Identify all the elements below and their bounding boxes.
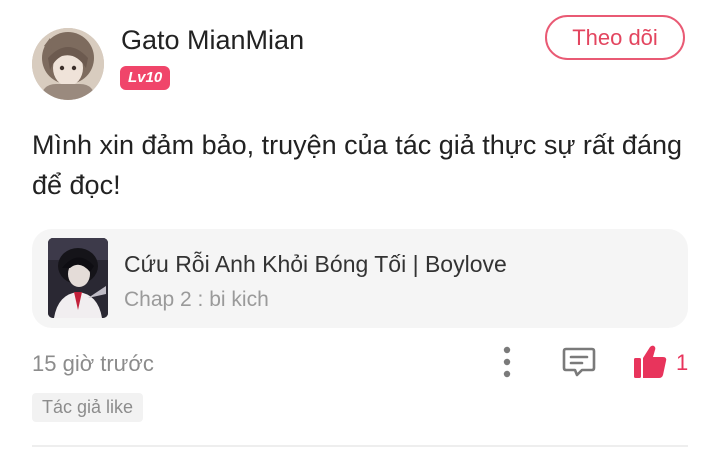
comment-card: Gato MianMian Lv10 Theo dõi Mình xin đảm… — [0, 0, 720, 449]
username[interactable]: Gato MianMian — [121, 24, 304, 56]
reply-button[interactable] — [561, 344, 597, 380]
like-count: 1 — [676, 350, 689, 375]
like-button[interactable]: 1 — [632, 342, 692, 382]
avatar-image — [32, 28, 104, 100]
comment-text: Mình xin đảm bảo, truyện của tác giả thự… — [32, 130, 682, 200]
story-card[interactable]: Cứu Rỗi Anh Khỏi Bóng Tối | Boylove Chap… — [32, 229, 688, 328]
more-options-button[interactable] — [494, 344, 520, 380]
more-vertical-icon — [503, 346, 511, 378]
timestamp: 15 giờ trước — [32, 351, 154, 376]
level-badge: Lv10 — [120, 66, 171, 90]
story-title: Cứu Rỗi Anh Khỏi Bóng Tối | Boylove — [124, 251, 507, 277]
comment-icon — [562, 347, 596, 377]
thumbs-up-icon — [634, 345, 667, 378]
story-cover-image — [48, 238, 108, 318]
follow-button[interactable]: Theo dõi — [545, 15, 685, 60]
author-liked-tag: Tác giả like — [32, 393, 144, 422]
avatar[interactable] — [32, 28, 104, 100]
divider — [32, 445, 688, 447]
story-cover-art — [48, 238, 108, 318]
story-chapter: Chap 2 : bi kich — [124, 288, 269, 311]
